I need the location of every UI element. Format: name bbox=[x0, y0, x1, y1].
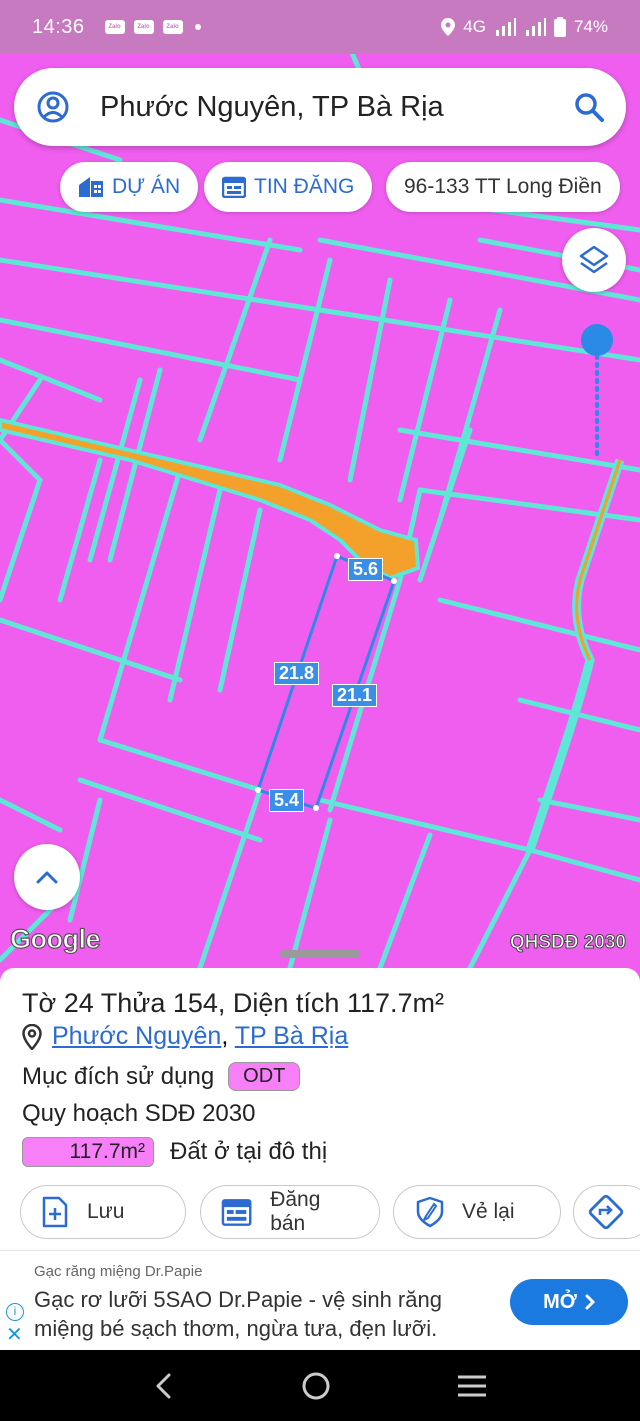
chip-label: TIN ĐĂNG bbox=[254, 175, 355, 198]
back-icon[interactable] bbox=[152, 1372, 176, 1400]
plan-area-row: 117.7m² Đất ở tại đô thị bbox=[22, 1137, 327, 1167]
ad-info-icon[interactable]: i bbox=[6, 1303, 24, 1321]
more-notifications-dot bbox=[194, 24, 201, 30]
plan-use-label: Đất ở tại đô thị bbox=[170, 1138, 328, 1165]
zalo-notification-icon: Zalo bbox=[133, 20, 154, 34]
land-purpose-row: Mục đích sử dụng ODT bbox=[22, 1062, 301, 1091]
location-separator: , bbox=[221, 1022, 229, 1050]
signal-icon bbox=[525, 18, 546, 36]
directions-button[interactable] bbox=[573, 1185, 640, 1239]
status-time: 14:36 bbox=[32, 15, 85, 38]
home-icon[interactable] bbox=[301, 1371, 331, 1401]
layers-button[interactable] bbox=[562, 228, 626, 292]
edge-label: 5.6 bbox=[348, 558, 384, 581]
city-link[interactable]: TP Bà Rịa bbox=[235, 1022, 348, 1050]
search-input[interactable]: Phước Nguyên, TP Bà Rịa bbox=[100, 91, 574, 124]
parcel-title: Tờ 24 Thửa 154, Diện tích 117.7m² bbox=[22, 988, 444, 1018]
network-type: 4G bbox=[463, 17, 486, 36]
directions-icon bbox=[588, 1194, 624, 1230]
layers-icon bbox=[579, 245, 609, 274]
ad-close-icon[interactable]: ✕ bbox=[6, 1325, 23, 1345]
post-for-sale-label: Đăng bán bbox=[270, 1188, 321, 1235]
redraw-icon bbox=[416, 1196, 444, 1228]
expand-button[interactable] bbox=[14, 844, 80, 910]
ward-link[interactable]: Phước Nguyên bbox=[52, 1022, 221, 1050]
search-icon[interactable] bbox=[574, 92, 604, 122]
redraw-label: Vẻ lại bbox=[462, 1200, 515, 1223]
purpose-code-badge: ODT bbox=[228, 1062, 301, 1091]
post-for-sale-button[interactable]: Đăng bán bbox=[200, 1185, 380, 1239]
save-icon bbox=[42, 1196, 68, 1228]
chip-du-an[interactable]: DỰ ÁN bbox=[60, 162, 199, 212]
edge-label: 5.4 bbox=[269, 789, 305, 812]
chevron-right-icon bbox=[585, 1294, 595, 1310]
ad-source: Gạc răng miệng Dr.Papie bbox=[34, 1263, 203, 1280]
edge-label: 21.1 bbox=[332, 684, 378, 707]
recents-icon[interactable] bbox=[456, 1374, 488, 1398]
google-logo: Google bbox=[9, 923, 101, 954]
building-icon bbox=[79, 177, 103, 197]
opacity-slider[interactable] bbox=[580, 322, 614, 462]
ad-text[interactable]: Gạc rơ lưỡi 5SAO Dr.Papie - vệ sinh răng… bbox=[34, 1285, 494, 1343]
map-layer-label: QHSDĐ 2030 bbox=[509, 932, 626, 954]
edge-label: 21.8 bbox=[274, 662, 320, 685]
save-button[interactable]: Lưu bbox=[20, 1185, 186, 1239]
location-icon bbox=[441, 18, 456, 36]
parcel-location: Phước Nguyên, TP Bà Rịa bbox=[22, 1022, 348, 1051]
chevron-up-icon bbox=[36, 871, 58, 884]
chip-label: 96-133 TT Long Điền bbox=[404, 175, 602, 198]
chip-location-history[interactable]: 96-133 TT Long Điền bbox=[386, 162, 620, 212]
ad-open-button[interactable]: MỞ bbox=[510, 1279, 628, 1325]
search-bar[interactable]: Phước Nguyên, TP Bà Rịa bbox=[14, 68, 626, 146]
listing-icon bbox=[222, 176, 246, 198]
battery-percent: 74% bbox=[573, 17, 608, 36]
ad-open-label: MỞ bbox=[543, 1290, 577, 1313]
chip-tin-dang[interactable]: TIN ĐĂNG bbox=[204, 162, 373, 212]
chip-label: DỰ ÁN bbox=[112, 175, 181, 198]
system-nav-bar bbox=[0, 1350, 640, 1421]
purpose-label: Mục đích sử dụng bbox=[22, 1062, 215, 1090]
sheet-drag-handle[interactable] bbox=[280, 950, 360, 958]
status-bar: 14:36 Zalo Zalo Zalo 4G 74% bbox=[0, 0, 640, 54]
save-label: Lưu bbox=[87, 1200, 125, 1223]
location-pin-icon bbox=[22, 1023, 42, 1050]
calendar-icon bbox=[221, 1199, 252, 1226]
redraw-button[interactable]: Vẻ lại bbox=[393, 1185, 561, 1239]
zalo-notification-icon: Zalo bbox=[104, 20, 125, 34]
plan-label: Quy hoạch SDĐ 2030 bbox=[22, 1100, 256, 1127]
signal-icon bbox=[495, 18, 516, 36]
zalo-notification-icon: Zalo bbox=[162, 20, 183, 34]
account-icon[interactable] bbox=[36, 90, 70, 124]
plan-area-value: 117.7m² bbox=[22, 1137, 154, 1167]
ad-banner[interactable]: Gạc răng miệng Dr.Papie Gạc rơ lưỡi 5SAO… bbox=[0, 1250, 640, 1350]
battery-icon bbox=[553, 17, 566, 37]
